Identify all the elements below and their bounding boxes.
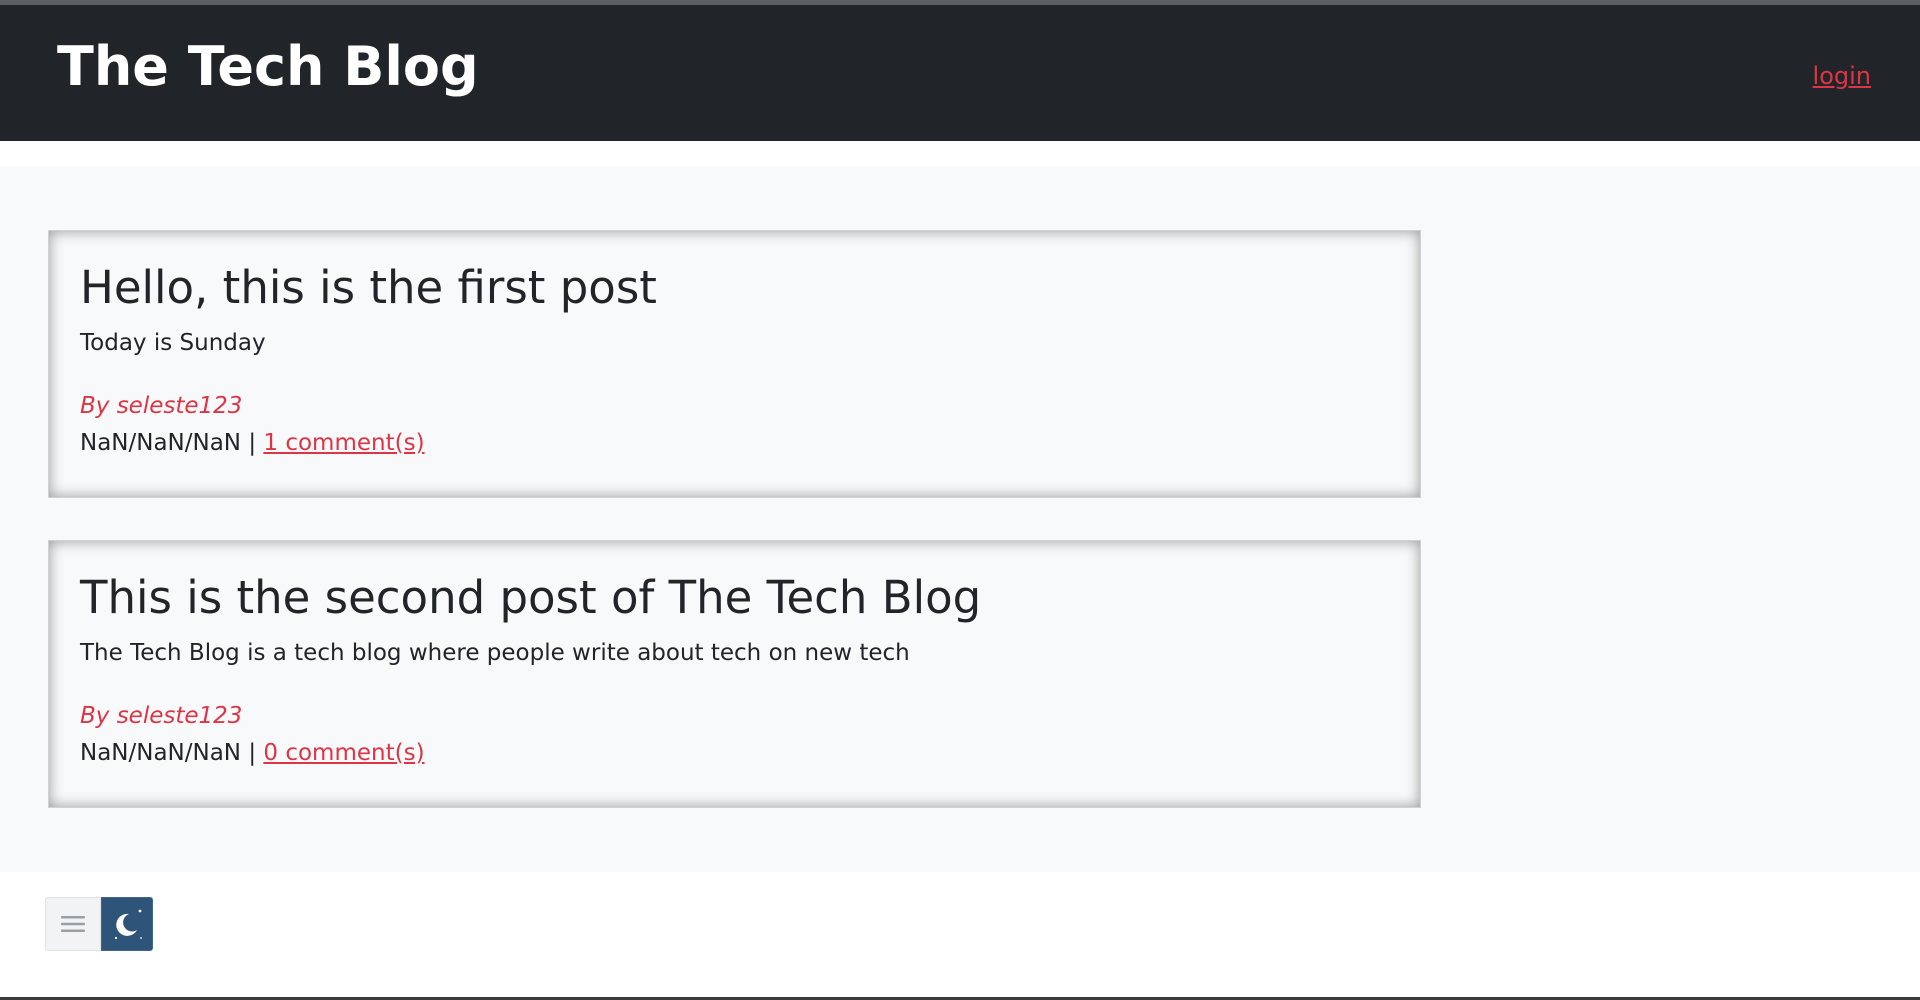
post-card[interactable]: Hello, this is the first post Today is S… bbox=[48, 230, 1421, 498]
meta-separator: | bbox=[248, 429, 257, 456]
site-header: The Tech Blog login bbox=[0, 5, 1920, 141]
login-link[interactable]: login bbox=[1813, 62, 1871, 90]
post-title[interactable]: Hello, this is the first post bbox=[80, 261, 1390, 315]
menu-toggle-button[interactable] bbox=[45, 897, 101, 951]
post-body: Today is Sunday bbox=[80, 330, 266, 356]
post-date: NaN/NaN/NaN bbox=[80, 739, 242, 766]
post-card[interactable]: This is the second post of The Tech Blog… bbox=[48, 540, 1421, 808]
meta-separator: | bbox=[248, 739, 257, 766]
display-toggle-group bbox=[45, 897, 153, 951]
comments-link[interactable]: 0 comment(s) bbox=[263, 740, 424, 766]
post-body: The Tech Blog is a tech blog where peopl… bbox=[80, 640, 910, 666]
comments-link[interactable]: 1 comment(s) bbox=[263, 430, 424, 456]
hamburger-icon bbox=[61, 916, 85, 932]
theme-toggle-button[interactable] bbox=[101, 897, 153, 951]
footer-area bbox=[0, 872, 1920, 1000]
post-author: By seleste123 bbox=[80, 392, 243, 419]
post-meta: NaN/NaN/NaN | 0 comment(s) bbox=[80, 739, 1390, 769]
moon-icon bbox=[114, 909, 142, 940]
post-author: By seleste123 bbox=[80, 702, 243, 729]
post-title[interactable]: This is the second post of The Tech Blog bbox=[80, 571, 1390, 625]
post-meta: NaN/NaN/NaN | 1 comment(s) bbox=[80, 429, 1390, 459]
post-date: NaN/NaN/NaN bbox=[80, 429, 242, 456]
post-feed: Hello, this is the first post Today is S… bbox=[0, 166, 1920, 872]
site-title[interactable]: The Tech Blog bbox=[57, 35, 479, 98]
